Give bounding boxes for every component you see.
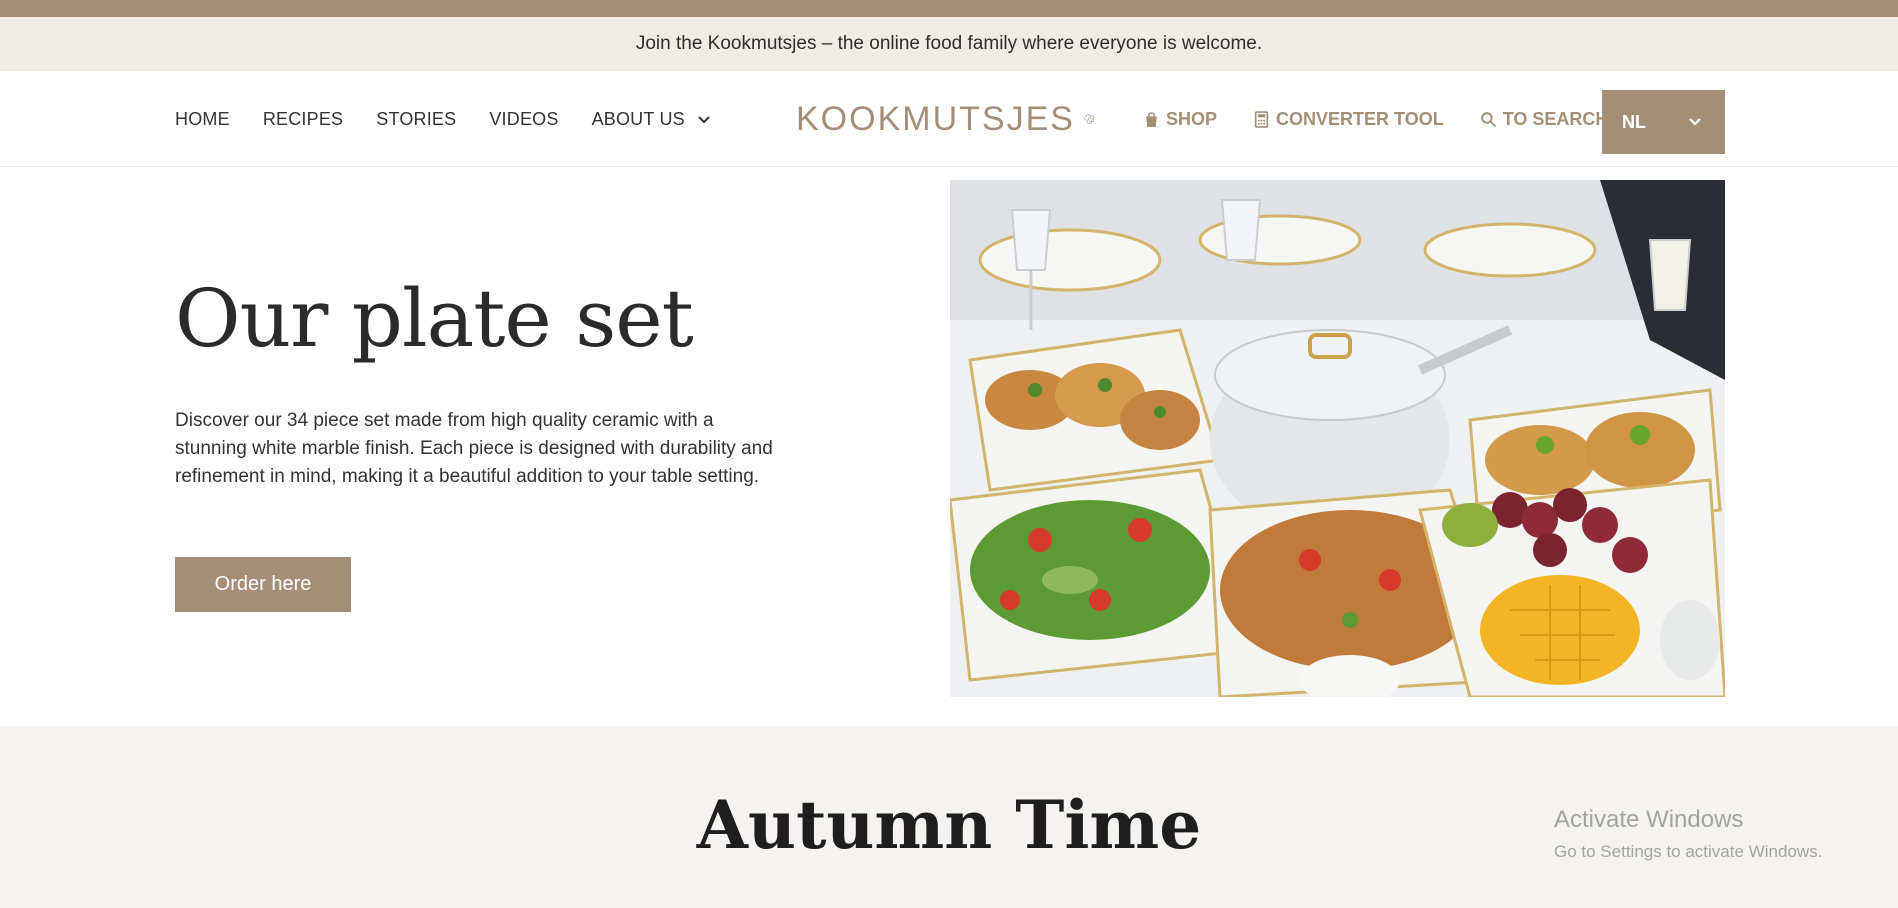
search-label: TO SEARCH <box>1502 108 1609 129</box>
order-here-button[interactable]: Order here <box>175 557 351 612</box>
hero-description: Discover our 34 piece set made from high… <box>175 410 773 487</box>
chevron-down-icon <box>1689 118 1701 126</box>
announcement-bar: Join the Kookmutsjes – the online food f… <box>0 17 1898 71</box>
primary-nav: HOME RECIPES STORIES VIDEOS ABOUT US <box>175 71 713 167</box>
language-selector[interactable]: NL <box>1602 90 1725 154</box>
chevron-down-icon <box>698 116 710 124</box>
converter-tool-link[interactable]: CONVERTER TOOL <box>1253 109 1444 130</box>
logo-text: KOOKMUTSJES <box>796 99 1075 138</box>
top-accent-stripe <box>0 0 1898 17</box>
nav-stories[interactable]: STORIES <box>376 109 456 130</box>
chef-hat-icon <box>1084 114 1095 124</box>
search-icon <box>1480 111 1496 127</box>
shopping-bag-icon <box>1146 111 1157 127</box>
converter-tool-label: CONVERTER TOOL <box>1276 108 1444 129</box>
nav-home[interactable]: HOME <box>175 109 230 130</box>
nav-videos[interactable]: VIDEOS <box>489 109 558 130</box>
nav-about-us[interactable]: ABOUT US <box>592 109 713 130</box>
calculator-icon <box>1254 110 1269 128</box>
shop-link[interactable]: SHOP <box>1143 109 1217 130</box>
language-value: NL <box>1622 111 1646 132</box>
hero-image <box>950 180 1725 697</box>
food-table-illustration <box>950 180 1725 697</box>
watermark-title: Activate Windows <box>1554 806 1744 833</box>
windows-activation-watermark: Activate Windows Go to Settings to activ… <box>1554 806 1822 862</box>
watermark-subtitle: Go to Settings to activate Windows. <box>1554 842 1823 861</box>
shop-label: SHOP <box>1166 108 1218 129</box>
utility-nav: SHOP CONVERTER TOOL TO SEARCH <box>1143 71 1608 167</box>
site-logo[interactable]: KOOKMUTSJES <box>796 89 1096 149</box>
announcement-text: Join the Kookmutsjes – the online food f… <box>635 33 1263 54</box>
search-link[interactable]: TO SEARCH <box>1480 108 1609 130</box>
hero-title: Our plate set <box>175 272 694 365</box>
nav-recipes[interactable]: RECIPES <box>263 109 343 130</box>
nav-about-us-label: ABOUT US <box>591 108 685 129</box>
